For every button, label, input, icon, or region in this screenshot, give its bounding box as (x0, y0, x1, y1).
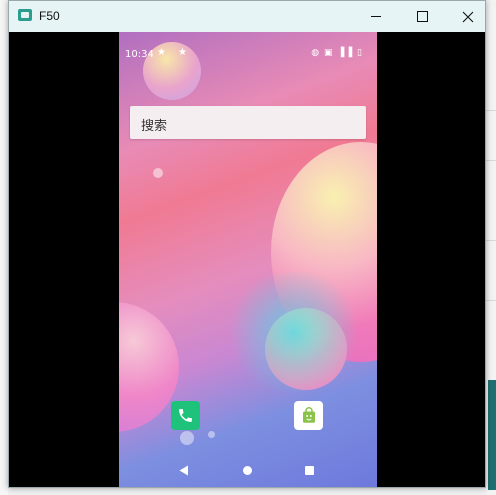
search-bar[interactable]: 搜索 (130, 106, 366, 139)
home-icon[interactable] (243, 466, 252, 475)
wallpaper-dot (180, 431, 194, 445)
phone-screen[interactable]: 10:34 ★ ★ ◍ ▣ ▐▐ ▯ 搜索 (119, 32, 377, 487)
wallpaper-dot (208, 431, 215, 438)
search-label: 搜索 (141, 119, 168, 134)
maximize-icon (416, 11, 428, 22)
status-time: 10:34 (125, 49, 154, 60)
close-icon (462, 11, 474, 22)
phone-icon (179, 409, 192, 422)
wallpaper-bubble (119, 302, 179, 432)
title-bar[interactable]: F50 (9, 1, 485, 32)
desktop-divider (486, 160, 496, 161)
close-button[interactable] (445, 1, 485, 32)
desktop-teal-panel (488, 380, 496, 490)
window-title: F50 (39, 9, 60, 23)
status-icons: ◍ ▣ ▐▐ ▯ (311, 48, 363, 58)
phone-app-icon[interactable] (171, 401, 200, 430)
status-bar: 10:34 ★ ★ ◍ ▣ ▐▐ ▯ (119, 32, 377, 78)
desktop-divider (486, 240, 496, 241)
minimize-icon (371, 16, 381, 17)
shopping-bag-icon (302, 406, 315, 423)
app-icon (18, 9, 32, 21)
navigation-bar (119, 460, 377, 487)
emulator-window: F50 10:34 ★ ★ ◍ ▣ ▐▐ ▯ 搜索 (8, 0, 486, 488)
minimize-button[interactable] (353, 1, 399, 32)
desktop-left-strip (0, 0, 8, 495)
star-icon: ★ (178, 47, 187, 58)
desktop-divider (486, 300, 496, 301)
back-icon[interactable] (179, 465, 189, 476)
store-app-icon[interactable] (294, 401, 323, 430)
wallpaper-glow (224, 272, 364, 392)
maximize-button[interactable] (399, 1, 445, 32)
desktop-divider (486, 110, 496, 111)
recents-icon[interactable] (305, 466, 314, 475)
wallpaper-dot (153, 168, 163, 178)
star-icon: ★ (157, 47, 166, 58)
